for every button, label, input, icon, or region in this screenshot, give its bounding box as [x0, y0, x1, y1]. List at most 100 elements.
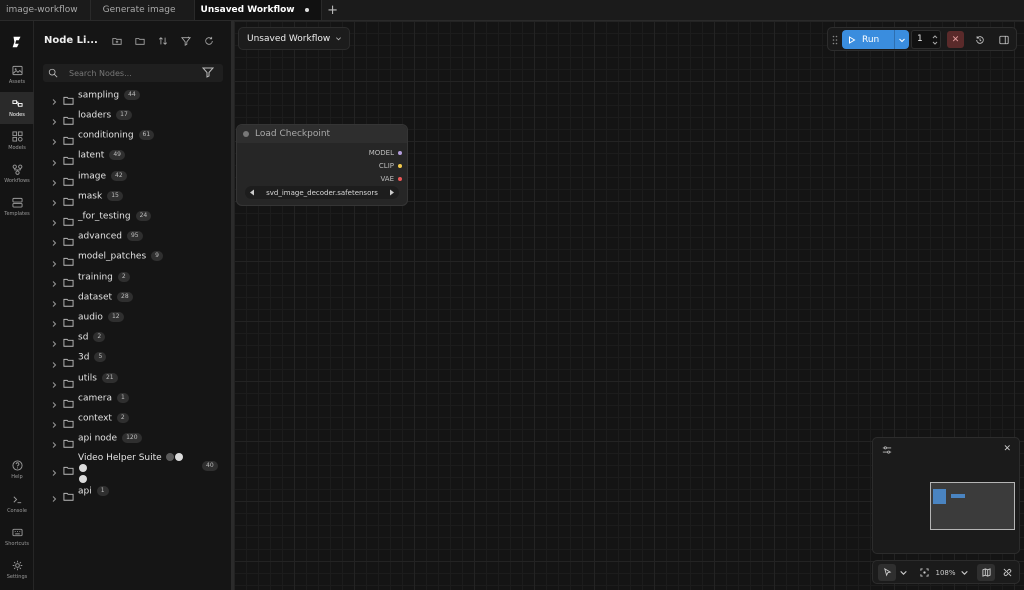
zoom-level-dropdown[interactable]: 108%: [935, 564, 969, 581]
tree-item-camera[interactable]: camera 1: [34, 389, 231, 408]
drag-handle-icon[interactable]: [832, 35, 838, 45]
node-library-panel: Node Li... sampling 44 loaders 17 conditioni…: [34, 21, 231, 590]
node-collapse-dot-icon[interactable]: [243, 131, 249, 137]
tree-item-training[interactable]: training 2: [34, 268, 231, 287]
output-model[interactable]: MODEL: [369, 149, 402, 157]
expand-chevron[interactable]: [50, 462, 58, 476]
expand-chevron[interactable]: [50, 172, 58, 186]
tree-item-api-node[interactable]: api node 120: [34, 429, 231, 449]
tree-item-image[interactable]: image 42: [34, 167, 231, 186]
arrow-right-icon[interactable]: [389, 189, 395, 196]
zoom-level-label: 108%: [935, 568, 956, 577]
queue-history-button[interactable]: [971, 31, 988, 48]
new-folder-button[interactable]: [110, 34, 124, 48]
tree-item-api[interactable]: api 1: [34, 483, 231, 502]
category-count-badge: 2: [117, 271, 130, 282]
expand-chevron[interactable]: [50, 91, 58, 105]
interrupt-button[interactable]: ✕: [947, 31, 964, 48]
tree-item-advanced[interactable]: advanced 95: [34, 227, 231, 247]
minimap-viewport[interactable]: [930, 482, 1015, 530]
toggle-minimap-button[interactable]: [977, 564, 995, 581]
expand-chevron[interactable]: [50, 333, 58, 348]
search-input[interactable]: [69, 65, 199, 81]
expand-chevron[interactable]: [50, 152, 58, 166]
expand-chevron[interactable]: [50, 212, 58, 227]
mode-dropdown[interactable]: [898, 564, 908, 581]
output-port-icon[interactable]: [398, 164, 402, 168]
expand-chevron[interactable]: [50, 434, 58, 449]
run-button[interactable]: Run: [842, 30, 894, 49]
sidebar-item-shortcuts[interactable]: Shortcuts: [0, 521, 34, 553]
folder-icon: [63, 399, 74, 408]
toggle-links-button[interactable]: [999, 564, 1015, 581]
tree-item-3d[interactable]: 3d 5: [34, 349, 231, 368]
image-icon: [11, 65, 23, 76]
tree-item-dataset[interactable]: dataset 28: [34, 288, 231, 307]
run-mode-dropdown[interactable]: [894, 30, 909, 49]
tree-item-sd[interactable]: sd 2: [34, 328, 231, 348]
sidebar-item-settings[interactable]: Settings: [0, 554, 34, 586]
tree-item-label: mask 15: [78, 190, 123, 201]
collapse-folders-button[interactable]: [133, 34, 147, 48]
stepper-icon[interactable]: [932, 33, 938, 47]
tree-item-utils[interactable]: utils 21: [34, 369, 231, 388]
sort-button[interactable]: [156, 34, 170, 48]
expand-chevron[interactable]: [50, 253, 58, 267]
tree-item-video-helper-suite[interactable]: Video Helper Suite 40: [34, 453, 231, 484]
sidebar-item-templates[interactable]: Templates: [0, 191, 34, 223]
output-vae[interactable]: VAE: [380, 175, 402, 183]
sidebar-item-workflows[interactable]: Workflows: [0, 158, 34, 190]
fit-view-button[interactable]: [917, 564, 931, 581]
expand-chevron[interactable]: [50, 394, 58, 408]
tree-item-audio[interactable]: audio 12: [34, 308, 231, 328]
expand-chevron[interactable]: [50, 313, 58, 328]
expand-chevron[interactable]: [50, 293, 58, 307]
sidebar-item-nodes[interactable]: Nodes: [0, 92, 34, 124]
keyboard-icon: [11, 528, 23, 537]
batch-count-input[interactable]: 1: [911, 30, 941, 49]
expand-chevron[interactable]: [50, 374, 58, 388]
sidebar-item-assets[interactable]: Assets: [0, 59, 34, 91]
filter-icon[interactable]: [202, 66, 214, 78]
tab-label: Generate image: [102, 5, 176, 15]
output-port-icon[interactable]: [398, 177, 402, 181]
expand-chevron[interactable]: [50, 488, 58, 502]
tree-item-mask[interactable]: mask 15: [34, 187, 231, 206]
expand-chevron[interactable]: [50, 273, 58, 287]
sidebar-item-help[interactable]: Help: [0, 454, 34, 486]
sidebar-item-console[interactable]: Console: [0, 488, 34, 520]
tab-unsaved-workflow[interactable]: Unsaved Workflow: [194, 0, 322, 20]
sidebar-item-models[interactable]: Models: [0, 125, 34, 157]
expand-chevron[interactable]: [50, 414, 58, 429]
sliders-icon[interactable]: [882, 445, 892, 455]
output-clip[interactable]: CLIP: [379, 162, 402, 170]
arrow-left-icon[interactable]: [249, 189, 255, 196]
select-mode-button[interactable]: [878, 564, 896, 581]
refresh-button[interactable]: [202, 34, 216, 48]
tab-generate-image[interactable]: Generate image: [91, 0, 195, 20]
tree-item-loaders[interactable]: loaders 17: [34, 106, 231, 126]
expand-chevron[interactable]: [50, 192, 58, 206]
tab-image-workflow[interactable]: image-workflow: [0, 0, 91, 20]
new-tab-button[interactable]: +: [322, 0, 344, 20]
expand-chevron[interactable]: [50, 131, 58, 146]
tree-item-context[interactable]: context 2: [34, 409, 231, 429]
output-port-icon[interactable]: [398, 151, 402, 155]
expand-chevron[interactable]: [50, 232, 58, 247]
tree-item-conditioning[interactable]: conditioning 61: [34, 126, 231, 146]
node-header[interactable]: Load Checkpoint: [237, 125, 407, 143]
minimap[interactable]: ✕: [872, 437, 1020, 554]
workflow-selector[interactable]: Unsaved Workflow: [238, 27, 350, 50]
load-checkpoint-node[interactable]: Load Checkpoint MODEL CLIP VAE svd_image…: [236, 124, 408, 206]
comfy-logo-icon[interactable]: [8, 33, 26, 51]
ckpt-name-combo[interactable]: svd_image_decoder.safetensors: [245, 186, 399, 199]
expand-chevron[interactable]: [50, 111, 58, 126]
group-filter-button[interactable]: [179, 34, 193, 48]
expand-chevron[interactable]: [50, 354, 58, 368]
tree-item-latent[interactable]: latent 49: [34, 147, 231, 166]
tree-item--for-testing[interactable]: _for_testing 24: [34, 207, 231, 227]
tree-item-model-patches[interactable]: model_patches 9: [34, 248, 231, 267]
tree-item-sampling[interactable]: sampling 44: [34, 86, 231, 105]
toggle-right-panel-button[interactable]: [995, 31, 1012, 48]
close-icon[interactable]: ✕: [1003, 444, 1011, 454]
